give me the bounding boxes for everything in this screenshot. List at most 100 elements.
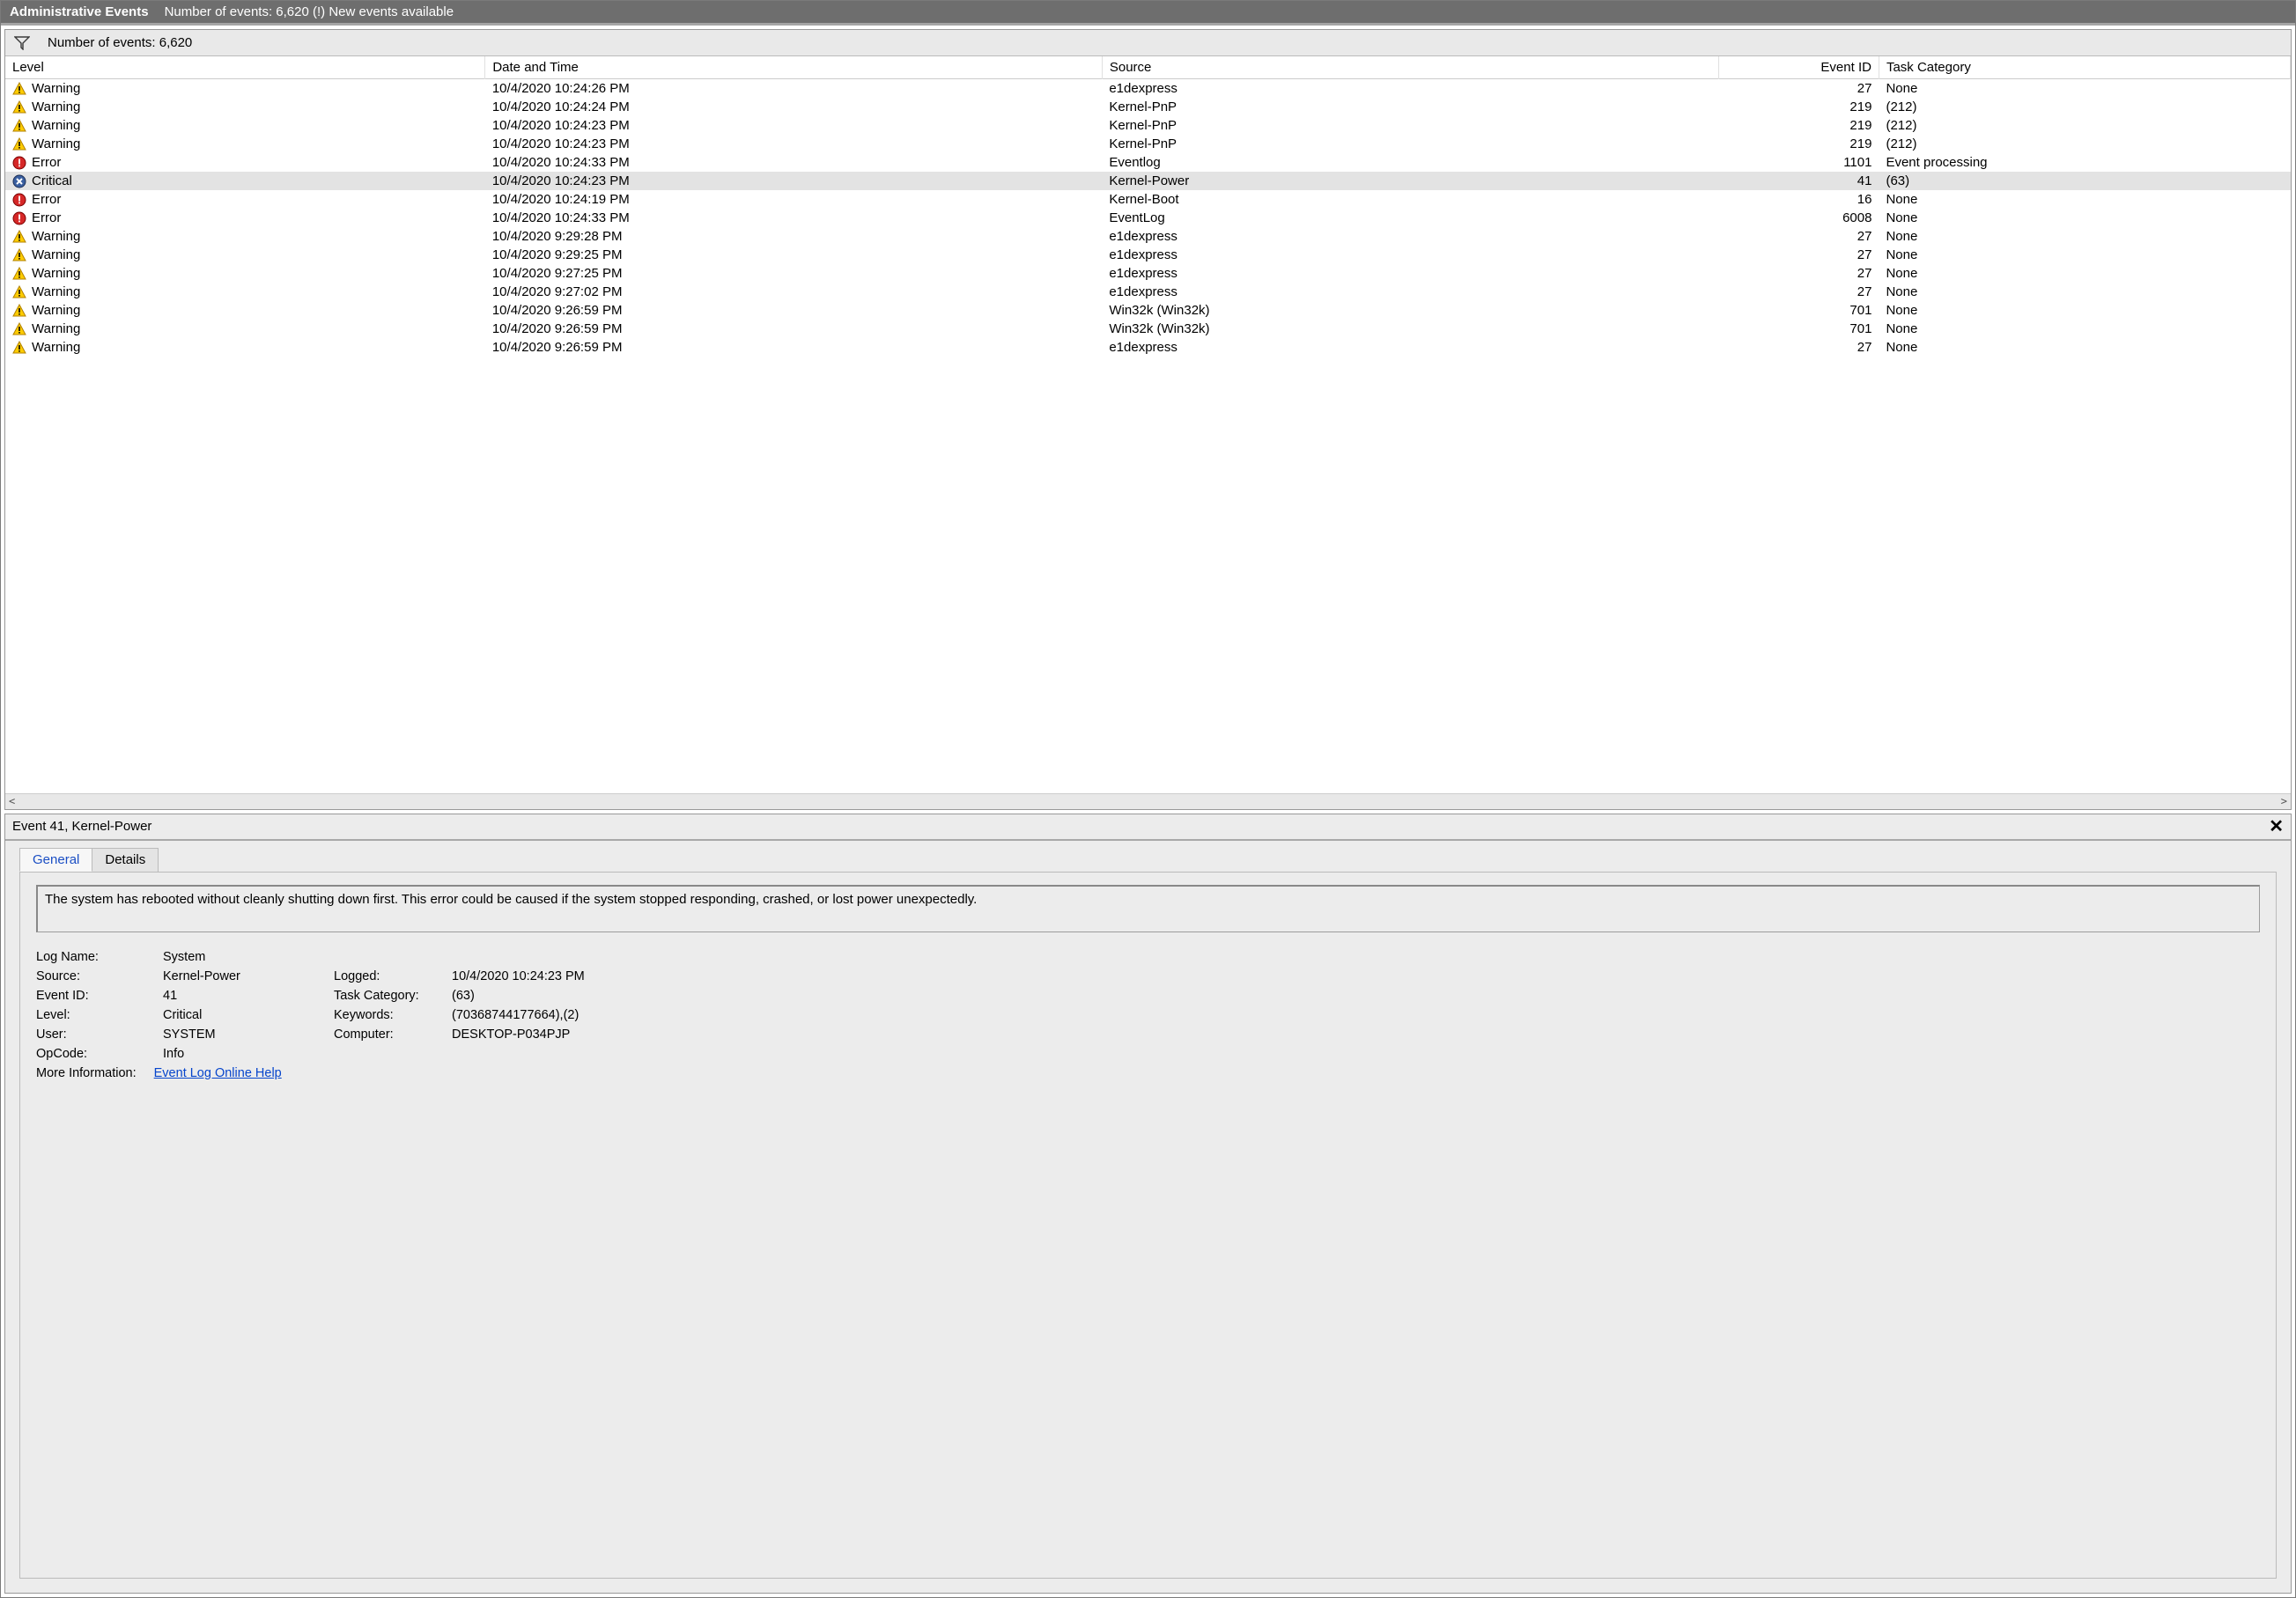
critical-icon — [12, 174, 26, 188]
col-header-date[interactable]: Date and Time — [485, 56, 1103, 79]
cell-date: 10/4/2020 10:24:23 PM — [485, 116, 1103, 135]
event-description: The system has rebooted without cleanly … — [36, 885, 2260, 932]
cell-event-id: 27 — [1719, 246, 1879, 264]
warning-icon — [12, 304, 26, 318]
cell-date: 10/4/2020 10:24:23 PM — [485, 172, 1103, 190]
cell-source: Eventlog — [1102, 153, 1719, 172]
user-label: User: — [36, 1027, 159, 1042]
log-name-value: System — [163, 950, 330, 964]
cell-date: 10/4/2020 9:26:59 PM — [485, 301, 1103, 320]
filter-bar: Number of events: 6,620 — [5, 30, 2291, 56]
cell-level: Warning — [32, 81, 80, 96]
cell-date: 10/4/2020 9:27:02 PM — [485, 283, 1103, 301]
cell-source: Win32k (Win32k) — [1102, 320, 1719, 338]
table-row[interactable]: Warning10/4/2020 9:27:02 PMe1dexpress27N… — [5, 283, 2291, 301]
cell-task-category: None — [1879, 301, 2290, 320]
warning-icon — [12, 248, 26, 262]
cell-date: 10/4/2020 10:24:33 PM — [485, 153, 1103, 172]
tab-general-body: The system has rebooted without cleanly … — [19, 872, 2277, 1580]
detail-header: Event 41, Kernel-Power ✕ — [5, 814, 2291, 841]
cell-date: 10/4/2020 10:24:24 PM — [485, 98, 1103, 116]
level-label: Level: — [36, 1008, 159, 1022]
cell-task-category: None — [1879, 320, 2290, 338]
scroll-right-icon[interactable]: > — [2281, 795, 2287, 807]
warning-icon — [12, 82, 26, 96]
cell-date: 10/4/2020 10:24:26 PM — [485, 79, 1103, 99]
warning-icon — [12, 341, 26, 355]
cell-date: 10/4/2020 10:24:19 PM — [485, 190, 1103, 209]
tab-general[interactable]: General — [19, 848, 92, 872]
close-icon[interactable]: ✕ — [2269, 818, 2284, 836]
horizontal-scrollbar[interactable]: < > — [5, 793, 2291, 809]
cell-level: Error — [32, 210, 61, 225]
scroll-left-icon[interactable]: < — [9, 795, 15, 807]
cell-level: Warning — [32, 136, 80, 151]
cell-source: e1dexpress — [1102, 79, 1719, 99]
cell-level: Warning — [32, 99, 80, 114]
cell-source: e1dexpress — [1102, 338, 1719, 357]
event-properties: Log Name: System Source: Kernel-Power Lo… — [36, 950, 2260, 1080]
table-row[interactable]: Warning10/4/2020 9:26:59 PMWin32k (Win32… — [5, 301, 2291, 320]
cell-task-category: (212) — [1879, 98, 2290, 116]
cell-date: 10/4/2020 9:29:28 PM — [485, 227, 1103, 246]
cell-level: Error — [32, 192, 61, 207]
col-header-source[interactable]: Source — [1102, 56, 1719, 79]
warning-icon — [12, 267, 26, 281]
cell-level: Warning — [32, 303, 80, 318]
events-grid-scroll[interactable]: Level Date and Time Source Event ID Task… — [5, 56, 2291, 793]
cell-task-category: None — [1879, 246, 2290, 264]
cell-event-id: 41 — [1719, 172, 1879, 190]
cell-event-id: 6008 — [1719, 209, 1879, 227]
event-viewer-window: Administrative Events Number of events: … — [0, 0, 2296, 1598]
col-header-event-id[interactable]: Event ID — [1719, 56, 1879, 79]
tab-details[interactable]: Details — [92, 848, 159, 872]
table-row[interactable]: Error10/4/2020 10:24:33 PMEventlog1101Ev… — [5, 153, 2291, 172]
cell-event-id: 1101 — [1719, 153, 1879, 172]
table-row[interactable]: Error10/4/2020 10:24:33 PMEventLog6008No… — [5, 209, 2291, 227]
warning-icon — [12, 137, 26, 151]
cell-date: 10/4/2020 9:27:25 PM — [485, 264, 1103, 283]
table-row[interactable]: Warning10/4/2020 10:24:24 PMKernel-PnP21… — [5, 98, 2291, 116]
events-grid: Level Date and Time Source Event ID Task… — [5, 56, 2291, 357]
cell-source: Kernel-Boot — [1102, 190, 1719, 209]
col-header-task-category[interactable]: Task Category — [1879, 56, 2290, 79]
cell-task-category: (212) — [1879, 135, 2290, 153]
table-row[interactable]: Critical10/4/2020 10:24:23 PMKernel-Powe… — [5, 172, 2291, 190]
cell-date: 10/4/2020 9:26:59 PM — [485, 320, 1103, 338]
opcode-label: OpCode: — [36, 1047, 159, 1061]
computer-label: Computer: — [334, 1027, 448, 1042]
table-row[interactable]: Warning10/4/2020 10:24:23 PMKernel-PnP21… — [5, 135, 2291, 153]
table-row[interactable]: Warning10/4/2020 9:29:28 PMe1dexpress27N… — [5, 227, 2291, 246]
detail-title: Event 41, Kernel-Power — [12, 819, 151, 834]
col-header-level[interactable]: Level — [5, 56, 485, 79]
filter-icon[interactable] — [14, 36, 30, 50]
cell-date: 10/4/2020 9:29:25 PM — [485, 246, 1103, 264]
column-header-row: Level Date and Time Source Event ID Task… — [5, 56, 2291, 79]
cell-level: Critical — [32, 173, 72, 188]
cell-date: 10/4/2020 10:24:23 PM — [485, 135, 1103, 153]
table-row[interactable]: Warning 10/4/2020 9:29:25 PMe1dexpress27N… — [5, 246, 2291, 264]
user-value: SYSTEM — [163, 1027, 330, 1042]
cell-source: Kernel-PnP — [1102, 98, 1719, 116]
cell-level: Warning — [32, 284, 80, 299]
cell-level: Warning — [32, 118, 80, 133]
cell-level: Warning — [32, 247, 80, 262]
source-label: Source: — [36, 969, 159, 983]
event-log-online-help-link[interactable]: Event Log Online Help — [154, 1066, 282, 1080]
cell-source: e1dexpress — [1102, 283, 1719, 301]
table-row[interactable]: Warning10/4/2020 10:24:26 PMe1dexpress27… — [5, 79, 2291, 99]
table-row[interactable]: Warning10/4/2020 9:26:59 PMe1dexpress27N… — [5, 338, 2291, 357]
table-row[interactable]: Warning10/4/2020 10:24:23 PMKernel-PnP21… — [5, 116, 2291, 135]
cell-event-id: 27 — [1719, 283, 1879, 301]
detail-tabs: General Details — [5, 841, 2291, 872]
cell-event-id: 27 — [1719, 227, 1879, 246]
task-category-label: Task Category: — [334, 989, 448, 1003]
cell-source: e1dexpress — [1102, 246, 1719, 264]
table-row[interactable]: Error10/4/2020 10:24:19 PMKernel-Boot16N… — [5, 190, 2291, 209]
cell-task-category: None — [1879, 338, 2290, 357]
warning-icon — [12, 230, 26, 244]
cell-task-category: None — [1879, 264, 2290, 283]
table-row[interactable]: Warning10/4/2020 9:26:59 PMWin32k (Win32… — [5, 320, 2291, 338]
cell-event-id: 701 — [1719, 320, 1879, 338]
table-row[interactable]: Warning10/4/2020 9:27:25 PMe1dexpress27N… — [5, 264, 2291, 283]
